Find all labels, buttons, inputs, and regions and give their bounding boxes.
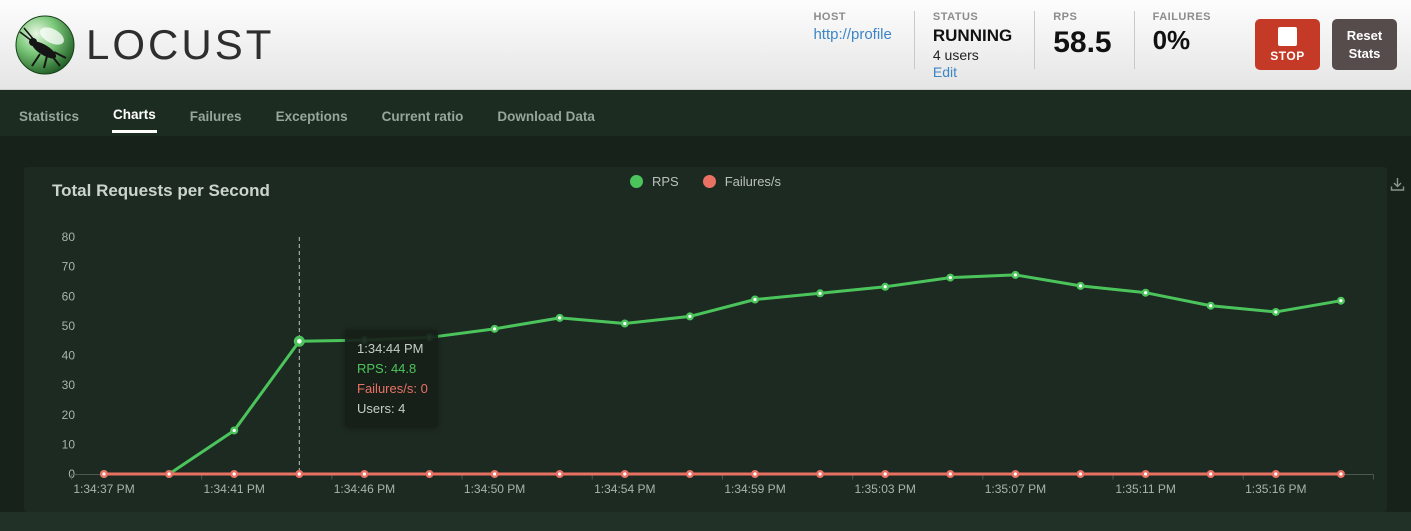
x-axis-label: 1:34:41 PM: [204, 482, 265, 496]
rps-chart[interactable]: 010203040506070801:34:37 PM1:34:41 PM1:3…: [24, 167, 1387, 512]
rps-line: [104, 275, 1341, 474]
point-center-dot: [753, 298, 756, 301]
nav-tab-current-ratio[interactable]: Current ratio: [381, 95, 465, 132]
rps-value: 58.5: [1053, 26, 1111, 59]
header-buttons: STOP Reset Stats: [1255, 19, 1397, 70]
failures-label: FAILURES: [1153, 11, 1211, 23]
point-center-dot: [493, 472, 496, 475]
y-axis-label: 10: [62, 437, 76, 451]
locust-logo-icon: [14, 14, 76, 76]
point-center-dot: [949, 276, 952, 279]
footer-strip: [0, 512, 1411, 531]
stop-button-label: STOP: [1270, 49, 1304, 63]
header: LOCUST HOST http://profile STATUS RUNNIN…: [0, 0, 1411, 90]
tooltip-failures: Failures/s: 0: [357, 379, 426, 399]
reset-stats-button[interactable]: Reset Stats: [1332, 19, 1397, 70]
y-axis-label: 20: [62, 408, 76, 422]
chart-panel: Total Requests per Second RPS Failures/s…: [24, 167, 1387, 512]
point-center-dot: [949, 472, 952, 475]
point-center-dot: [1339, 299, 1342, 302]
failures-value: 0%: [1153, 26, 1211, 55]
logo[interactable]: LOCUST: [14, 14, 274, 76]
status-value: RUNNING: [933, 26, 1012, 46]
nav-tab-charts[interactable]: Charts: [112, 93, 157, 133]
point-center-dot: [298, 472, 301, 475]
point-center-dot: [753, 472, 756, 475]
nav-tab-download-data[interactable]: Download Data: [496, 95, 596, 132]
point-center-dot: [819, 292, 822, 295]
point-center-dot: [102, 472, 105, 475]
reset-stats-line2: Stats: [1332, 45, 1397, 63]
y-axis-label: 70: [62, 260, 76, 274]
y-axis-label: 40: [62, 349, 76, 363]
point-center-dot: [558, 472, 561, 475]
logo-text: LOCUST: [86, 24, 274, 66]
point-center-dot: [1274, 310, 1277, 313]
reset-stats-line1: Reset: [1332, 27, 1397, 45]
point-center-dot: [558, 316, 561, 319]
edit-link[interactable]: Edit: [933, 64, 957, 80]
nav-tab-exceptions[interactable]: Exceptions: [275, 95, 349, 132]
host-link[interactable]: http://profile: [813, 26, 891, 43]
status-box: STATUS RUNNING 4 users Edit: [915, 11, 1034, 82]
x-axis-label: 1:35:11 PM: [1115, 482, 1175, 496]
failures-box: FAILURES 0%: [1135, 11, 1233, 55]
point-center-dot: [1079, 284, 1082, 287]
status-label: STATUS: [933, 11, 1012, 23]
nav-tab-failures[interactable]: Failures: [189, 95, 243, 132]
point-center-dot: [297, 339, 302, 344]
point-center-dot: [688, 472, 691, 475]
nav-tab-statistics[interactable]: Statistics: [18, 95, 80, 132]
y-axis-label: 50: [62, 319, 76, 333]
point-center-dot: [428, 472, 431, 475]
point-center-dot: [1014, 273, 1017, 276]
chart-tooltip: 1:34:44 PM RPS: 44.8 Failures/s: 0 Users…: [345, 330, 438, 428]
point-center-dot: [1144, 291, 1147, 294]
x-axis-label: 1:34:50 PM: [464, 482, 525, 496]
point-center-dot: [1144, 472, 1147, 475]
x-axis-label: 1:34:46 PM: [334, 482, 395, 496]
rps-box: RPS 58.5: [1035, 11, 1133, 59]
y-axis-label: 30: [62, 378, 76, 392]
status-users: 4 users: [933, 47, 1012, 63]
tooltip-users: Users: 4: [357, 399, 426, 419]
rps-label: RPS: [1053, 11, 1111, 23]
x-axis-label: 1:34:37 PM: [73, 482, 134, 496]
point-center-dot: [688, 315, 691, 318]
point-center-dot: [1209, 304, 1212, 307]
point-center-dot: [1079, 472, 1082, 475]
point-center-dot: [1014, 472, 1017, 475]
tooltip-rps: RPS: 44.8: [357, 359, 426, 379]
point-center-dot: [233, 429, 236, 432]
download-chart-icon[interactable]: [1389, 176, 1406, 193]
point-center-dot: [884, 285, 887, 288]
x-axis-label: 1:34:54 PM: [594, 482, 655, 496]
point-center-dot: [168, 472, 171, 475]
y-axis-label: 60: [62, 289, 76, 303]
y-axis-label: 80: [62, 230, 76, 244]
tooltip-time: 1:34:44 PM: [357, 339, 426, 359]
stop-square-icon: [1278, 27, 1297, 46]
point-center-dot: [623, 322, 626, 325]
stop-button[interactable]: STOP: [1255, 19, 1320, 70]
point-center-dot: [493, 327, 496, 330]
point-center-dot: [1274, 472, 1277, 475]
x-axis-label: 1:35:07 PM: [985, 482, 1046, 496]
host-label: HOST: [813, 11, 891, 23]
point-center-dot: [1209, 472, 1212, 475]
point-center-dot: [884, 472, 887, 475]
navbar: Statistics Charts Failures Exceptions Curren…: [0, 90, 1411, 136]
x-axis-label: 1:35:03 PM: [855, 482, 916, 496]
point-center-dot: [819, 472, 822, 475]
host-box: HOST http://profile: [795, 11, 913, 44]
point-center-dot: [1339, 472, 1342, 475]
x-axis-label: 1:35:16 PM: [1245, 482, 1306, 496]
x-axis-label: 1:34:59 PM: [724, 482, 785, 496]
point-center-dot: [363, 472, 366, 475]
header-info: HOST http://profile STATUS RUNNING 4 use…: [795, 7, 1233, 82]
point-center-dot: [233, 472, 236, 475]
point-center-dot: [623, 472, 626, 475]
